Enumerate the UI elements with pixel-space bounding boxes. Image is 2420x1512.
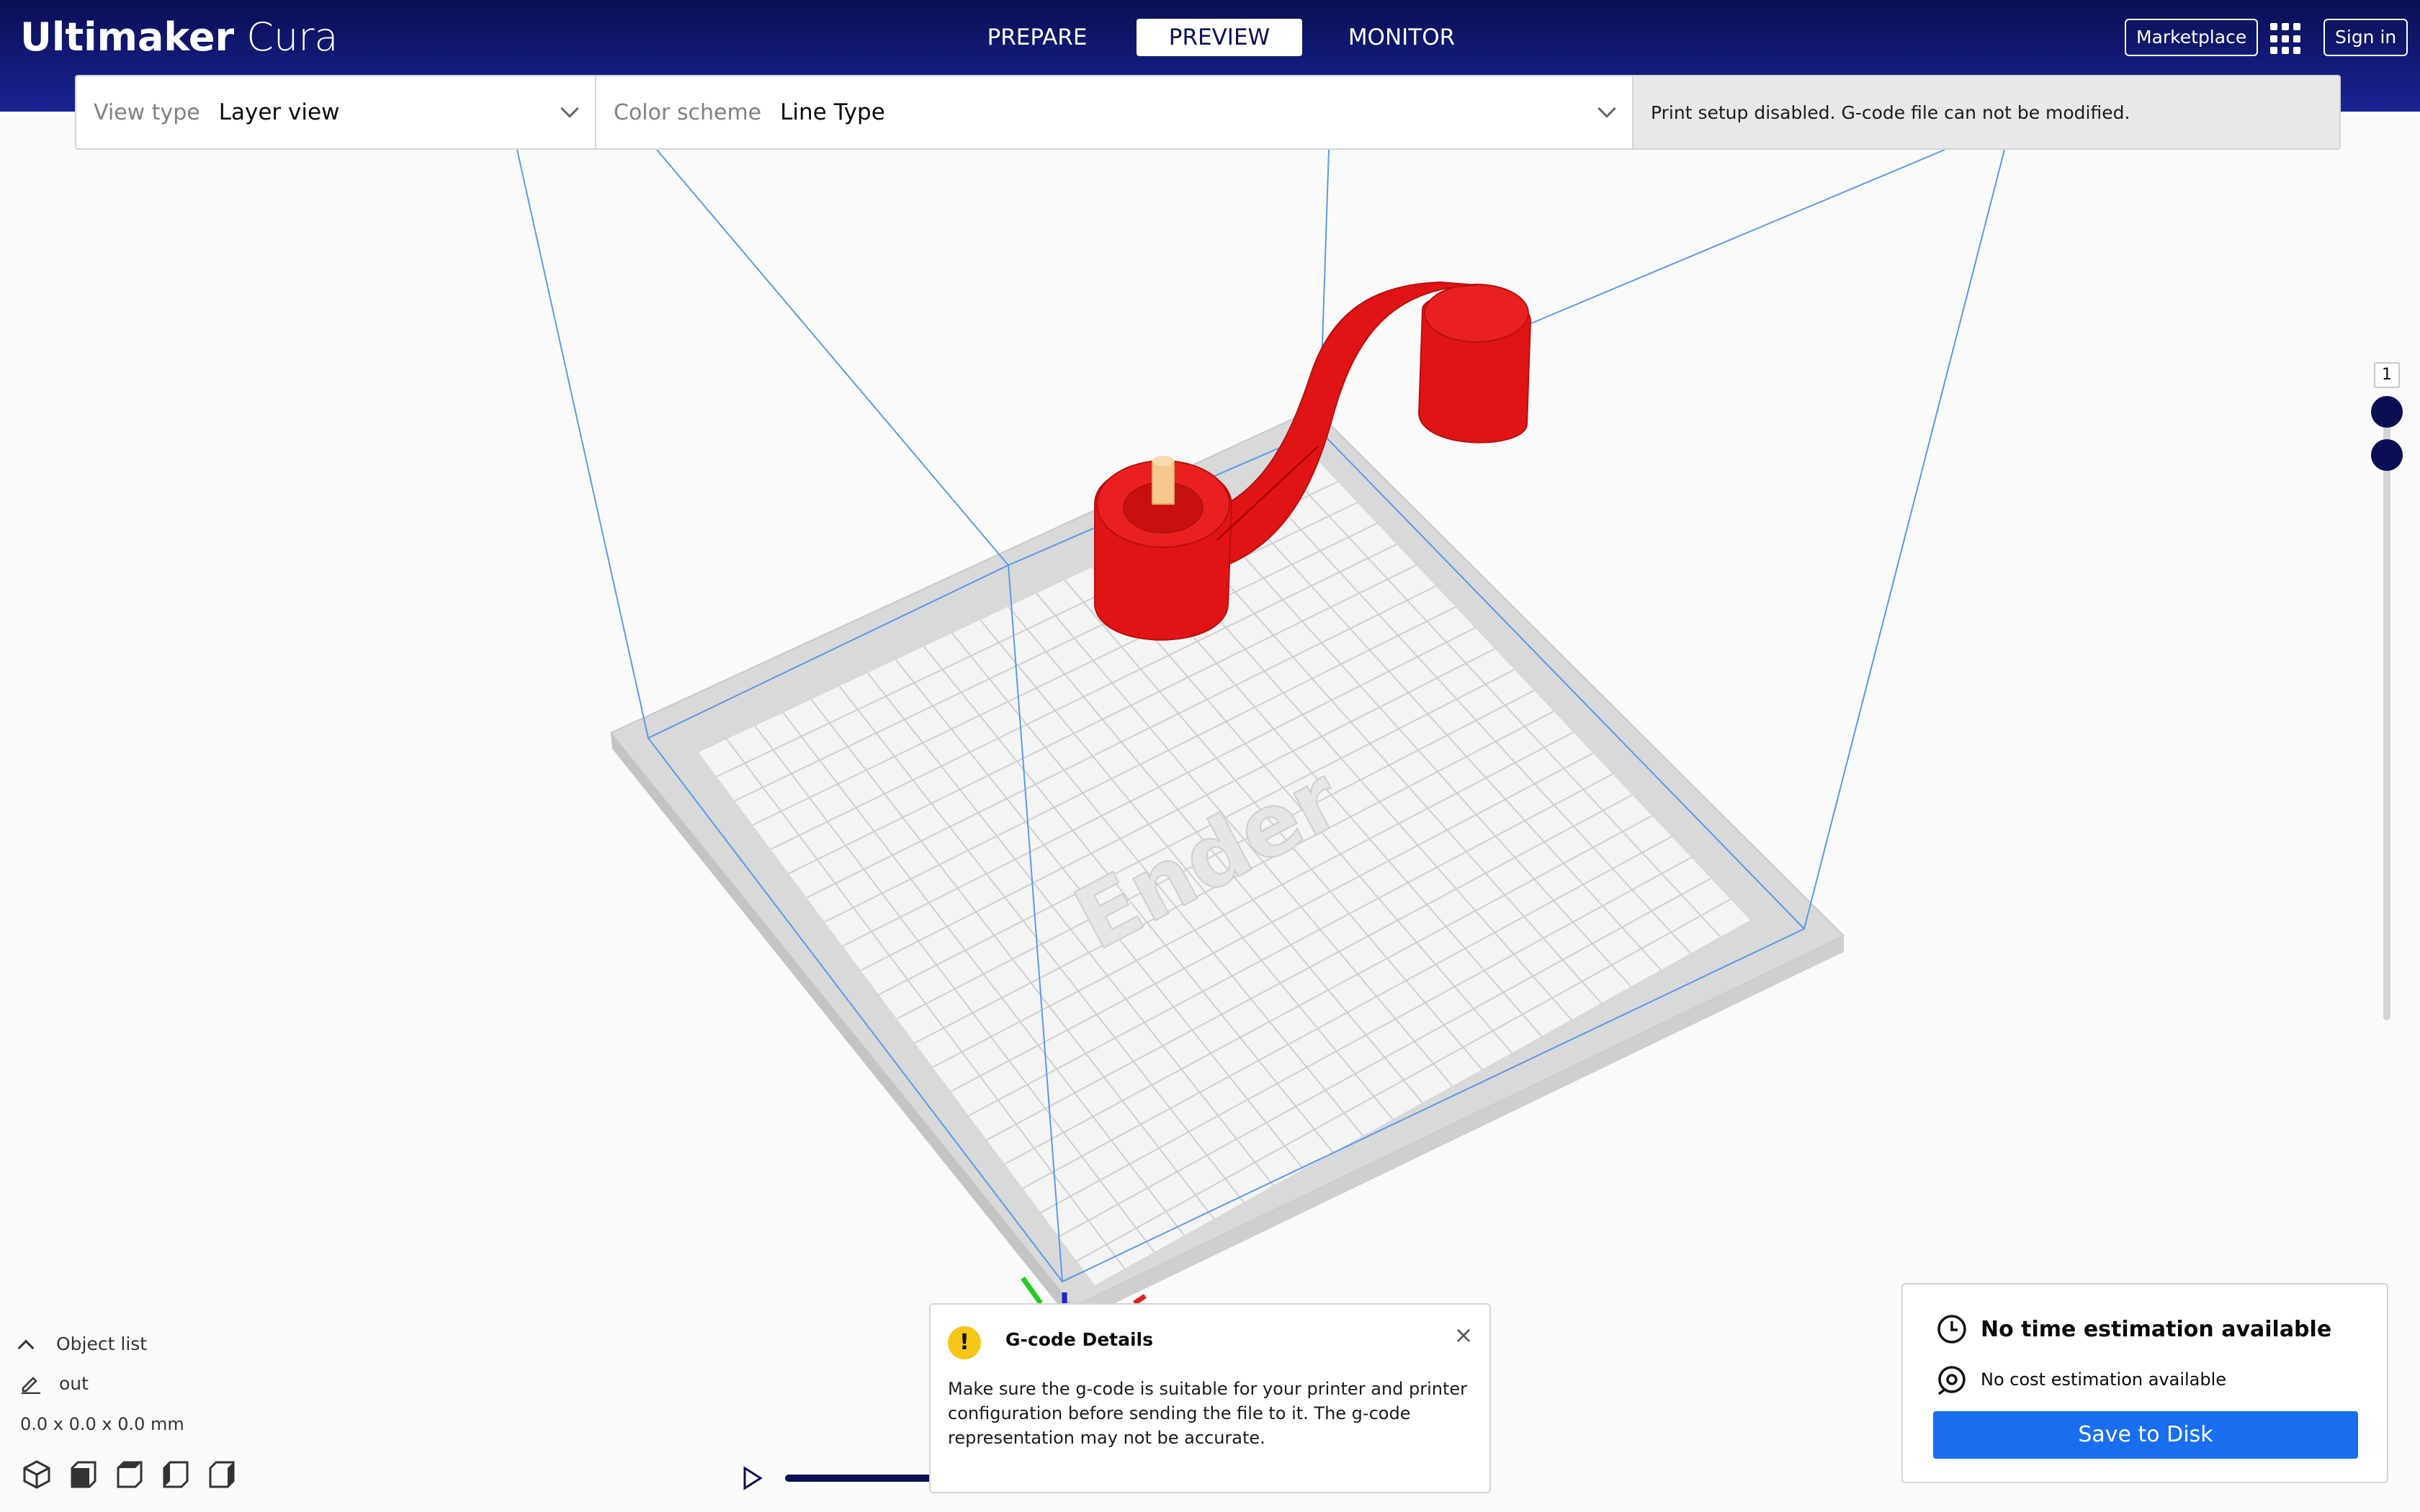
layer-slider-lower-handle[interactable] <box>2371 439 2403 471</box>
gcode-details-message: ! G-code Details × Make sure the g-code … <box>929 1303 1491 1493</box>
cost-estimation-text: No cost estimation available <box>1981 1369 2227 1390</box>
object-list-toggle[interactable]: Object list <box>17 1333 148 1356</box>
app-logo: Ultimaker Cura <box>20 9 339 66</box>
time-estimation-row: No time estimation available <box>1936 1313 2331 1345</box>
brand-product: Cura <box>246 14 339 60</box>
view-type-value: Layer view <box>218 99 340 125</box>
front-view-icon[interactable] <box>66 1458 99 1491</box>
color-scheme-dropdown[interactable]: Color scheme Line Type <box>596 76 1634 148</box>
play-simulation-icon[interactable] <box>742 1466 763 1490</box>
print-estimation-panel: No time estimation available No cost est… <box>1901 1283 2388 1483</box>
pencil-icon <box>22 1377 40 1394</box>
print-setup-message: Print setup disabled. G-code file can no… <box>1634 76 2339 148</box>
left-view-icon[interactable] <box>158 1458 192 1491</box>
cost-estimation-row: No cost estimation available <box>1936 1364 2226 1395</box>
close-icon[interactable]: × <box>1451 1322 1476 1348</box>
stage-tabs: PREPARE PREVIEW MONITOR <box>954 19 1501 56</box>
view-options-bar: View type Layer view Color scheme Line T… <box>75 75 2341 150</box>
axis-x <box>1133 1294 1147 1305</box>
tab-preview[interactable]: PREVIEW <box>1137 19 1302 56</box>
warning-icon: ! <box>948 1326 981 1359</box>
top-view-icon[interactable] <box>112 1458 145 1491</box>
chevron-down-icon <box>1597 99 1616 118</box>
save-to-disk-button[interactable]: Save to Disk <box>1933 1411 2358 1459</box>
layer-slider-upper-handle[interactable] <box>2371 396 2403 428</box>
tab-prepare[interactable]: PREPARE <box>954 19 1120 56</box>
apps-grid-icon[interactable] <box>2270 23 2302 55</box>
brand-name: Ultimaker <box>20 14 235 60</box>
time-estimation-text: No time estimation available <box>1981 1316 2332 1342</box>
view-type-dropdown[interactable]: View type Layer view <box>76 76 596 148</box>
gcode-details-body: Make sure the g-code is suitable for you… <box>948 1379 1467 1448</box>
tab-monitor[interactable]: MONITOR <box>1319 19 1484 56</box>
spool-icon <box>1937 1366 1966 1395</box>
color-scheme-label: Color scheme <box>614 99 762 125</box>
model-support <box>1152 460 1175 505</box>
color-scheme-value: Line Type <box>780 99 885 125</box>
object-list-item[interactable]: out <box>20 1372 89 1394</box>
marketplace-button[interactable]: Marketplace <box>2125 19 2259 56</box>
right-view-icon[interactable] <box>205 1458 238 1491</box>
clock-icon <box>1937 1315 1966 1344</box>
object-dimensions: 0.0 x 0.0 x 0.0 mm <box>20 1414 184 1434</box>
chevron-down-icon <box>560 99 579 118</box>
3d-view-icon[interactable] <box>20 1458 53 1491</box>
layer-slider-track[interactable] <box>2383 412 2390 1020</box>
view-type-label: View type <box>94 99 200 125</box>
camera-view-buttons <box>20 1458 238 1491</box>
object-list-title: Object list <box>56 1333 148 1354</box>
gcode-details-title: G-code Details <box>1005 1329 1153 1350</box>
axis-y <box>1021 1276 1043 1305</box>
simulation-progress-bar[interactable] <box>785 1475 936 1482</box>
object-name: out <box>59 1372 89 1394</box>
sign-in-button[interactable]: Sign in <box>2323 19 2408 56</box>
chevron-up-icon <box>17 1339 35 1356</box>
layer-number-input[interactable]: 1 <box>2374 362 2400 388</box>
